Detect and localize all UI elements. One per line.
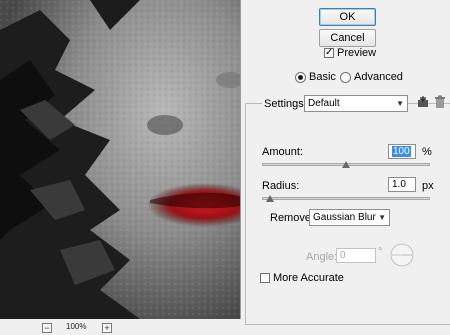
preview-image	[0, 0, 240, 319]
zoom-in-button[interactable]: +	[102, 323, 112, 333]
settings-value: Default	[308, 98, 340, 109]
amount-unit: %	[422, 146, 432, 158]
chevron-down-icon: ▼	[396, 99, 404, 108]
preview-label: Preview	[337, 47, 377, 59]
radius-unit: px	[422, 180, 434, 192]
radius-slider-track[interactable]	[262, 197, 430, 200]
cancel-button[interactable]: Cancel	[319, 29, 376, 47]
amount-input[interactable]: 100	[388, 144, 416, 159]
radius-slider-thumb[interactable]	[266, 195, 275, 202]
save-preset-icon[interactable]	[416, 95, 430, 109]
radius-input[interactable]: 1.0	[388, 177, 416, 192]
remove-label: Remove:	[270, 212, 315, 224]
trash-icon[interactable]	[434, 95, 446, 109]
ok-button[interactable]: OK	[319, 8, 376, 26]
radius-label: Radius:	[262, 180, 300, 192]
basic-radio[interactable]	[295, 72, 306, 83]
remove-value: Gaussian Blur	[313, 212, 376, 223]
basic-label: Basic	[309, 71, 336, 83]
advanced-radio[interactable]	[340, 72, 351, 83]
preview-checkbox[interactable]: ✓	[324, 48, 334, 58]
amount-slider-thumb[interactable]	[342, 161, 350, 168]
amount-label: Amount:	[262, 146, 303, 158]
advanced-label: Advanced	[354, 71, 403, 83]
more-accurate-label: More Accurate	[273, 272, 344, 284]
angle-label: Angle:	[306, 251, 338, 263]
remove-select[interactable]: Gaussian Blur ▼	[309, 209, 390, 226]
zoom-bar: − 100% +	[0, 320, 240, 335]
settings-label: Settings:	[262, 98, 309, 110]
angle-input[interactable]: 0	[336, 248, 376, 263]
preview-canvas[interactable]	[0, 0, 241, 319]
angle-unit: °	[378, 246, 383, 258]
zoom-out-button[interactable]: −	[42, 323, 52, 333]
chevron-down-icon: ▼	[378, 213, 386, 222]
settings-select[interactable]: Default ▼	[304, 95, 408, 112]
zoom-level: 100%	[66, 322, 87, 331]
more-accurate-checkbox[interactable]	[260, 273, 270, 283]
angle-dial-icon[interactable]	[390, 243, 414, 267]
